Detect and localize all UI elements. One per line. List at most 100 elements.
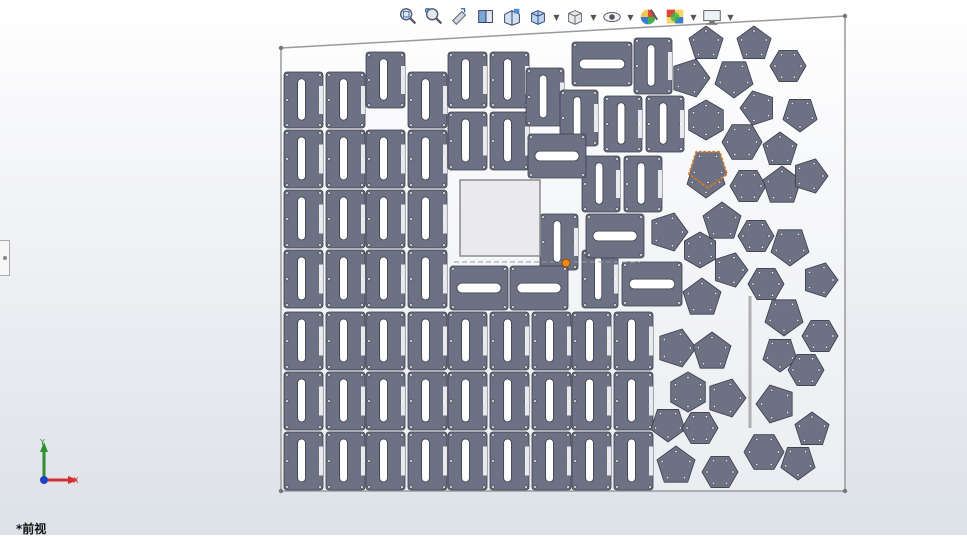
slotted-part[interactable] [581, 249, 619, 309]
slotted-part[interactable] [571, 311, 612, 371]
chevron-down-icon: ▼ [727, 12, 734, 22]
triad-x-label: X [73, 476, 79, 485]
slotted-part[interactable] [613, 431, 654, 491]
previous-view-button[interactable] [448, 6, 472, 28]
slotted-part[interactable] [365, 51, 406, 109]
view-settings-icon [703, 10, 721, 25]
reference-triad: Y X [30, 436, 86, 496]
slotted-part[interactable] [603, 95, 643, 153]
slotted-part[interactable] [489, 311, 530, 371]
nesting-drawing[interactable] [0, 0, 967, 535]
slotted-part[interactable] [489, 111, 530, 171]
zoom-to-area-button[interactable] [422, 6, 446, 28]
slotted-part[interactable] [325, 129, 366, 189]
slotted-part[interactable] [365, 371, 406, 431]
sheet-corner-point [842, 13, 848, 19]
slotted-part[interactable] [447, 111, 488, 171]
slotted-part[interactable] [645, 95, 685, 153]
display-style-dropdown[interactable]: ▼ [589, 6, 598, 28]
slotted-part[interactable] [585, 213, 645, 259]
slotted-part[interactable] [283, 71, 324, 129]
section-view-button[interactable] [474, 6, 498, 28]
slotted-part[interactable] [531, 311, 572, 371]
apply-scene-dropdown[interactable]: ▼ [689, 6, 698, 28]
slotted-part[interactable] [527, 133, 587, 179]
slotted-part[interactable] [325, 371, 366, 431]
slotted-part[interactable] [283, 129, 324, 189]
slotted-part[interactable] [447, 371, 488, 431]
slotted-part[interactable] [283, 431, 324, 491]
triad-y-label: Y [39, 438, 45, 447]
dynamic-annotation-button[interactable] [500, 6, 524, 28]
view-settings-button[interactable] [700, 6, 724, 28]
slotted-part[interactable] [525, 67, 565, 127]
slotted-part[interactable] [447, 431, 488, 491]
slotted-part[interactable] [407, 129, 448, 189]
display-style-icon [568, 10, 582, 25]
graphics-area[interactable] [0, 0, 967, 535]
hide-show-items-button[interactable] [600, 6, 624, 28]
slotted-part[interactable] [447, 311, 488, 371]
view-settings-dropdown[interactable]: ▼ [726, 6, 735, 28]
slotted-part[interactable] [407, 71, 448, 129]
chevron-down-icon: ▼ [627, 12, 634, 22]
slotted-part[interactable] [489, 51, 530, 109]
slotted-part[interactable] [325, 189, 366, 249]
zoom-to-fit-button[interactable] [396, 6, 420, 28]
slotted-part[interactable] [407, 189, 448, 249]
slotted-part[interactable] [571, 371, 612, 431]
hide-show-items-icon [603, 11, 621, 23]
slotted-part[interactable] [407, 311, 448, 371]
slotted-part[interactable] [365, 431, 406, 491]
view-orientation-dropdown[interactable]: ▼ [552, 6, 561, 28]
slotted-part[interactable] [581, 155, 621, 213]
slotted-part[interactable] [365, 249, 406, 309]
slotted-part[interactable] [325, 431, 366, 491]
slotted-part[interactable] [449, 265, 509, 311]
slotted-part[interactable] [509, 265, 569, 311]
slotted-part[interactable] [571, 431, 612, 491]
dynamic-annotation-icon [504, 8, 520, 26]
slotted-part[interactable] [407, 371, 448, 431]
slotted-part[interactable] [283, 249, 324, 309]
slotted-part[interactable] [633, 37, 673, 95]
slotted-part[interactable] [325, 71, 366, 129]
sheet-corner-point [278, 488, 284, 494]
slotted-part[interactable] [613, 371, 654, 431]
slotted-part[interactable] [489, 431, 530, 491]
heads-up-view-toolbar: ▼ ▼ ▼ ▼ ▼ [396, 5, 735, 29]
slotted-part[interactable] [365, 311, 406, 371]
slotted-part[interactable] [447, 51, 488, 109]
feature-manager-collapse-handle[interactable] [0, 240, 10, 276]
slotted-part[interactable] [489, 371, 530, 431]
hide-show-items-dropdown[interactable]: ▼ [626, 6, 635, 28]
slotted-part[interactable] [621, 261, 683, 307]
slotted-part[interactable] [283, 311, 324, 371]
slotted-part[interactable] [407, 249, 448, 309]
slotted-part[interactable] [571, 41, 633, 87]
handle-dot-icon [2, 256, 7, 260]
display-style-button[interactable] [563, 6, 587, 28]
slotted-part[interactable] [407, 431, 448, 491]
slotted-part[interactable] [283, 189, 324, 249]
slotted-part[interactable] [365, 129, 406, 189]
edit-appearance-button[interactable] [637, 6, 661, 28]
sheet-corner-point [842, 488, 848, 494]
previous-view-icon [452, 8, 467, 25]
apply-scene-button[interactable] [663, 6, 687, 28]
chevron-down-icon: ▼ [553, 12, 560, 22]
view-orientation-label: *前视 [16, 522, 47, 536]
slotted-part[interactable] [623, 155, 663, 213]
slotted-part[interactable] [613, 311, 654, 371]
slotted-part[interactable] [325, 249, 366, 309]
sheet-corner-point [278, 45, 284, 51]
slotted-part[interactable] [531, 371, 572, 431]
chevron-down-icon: ▼ [590, 12, 597, 22]
chevron-down-icon: ▼ [690, 12, 697, 22]
slotted-part[interactable] [325, 311, 366, 371]
slotted-part[interactable] [283, 371, 324, 431]
view-orientation-button[interactable] [526, 6, 550, 28]
slotted-part[interactable] [365, 189, 406, 249]
view-orientation-icon [531, 10, 545, 25]
slotted-part[interactable] [531, 431, 572, 491]
